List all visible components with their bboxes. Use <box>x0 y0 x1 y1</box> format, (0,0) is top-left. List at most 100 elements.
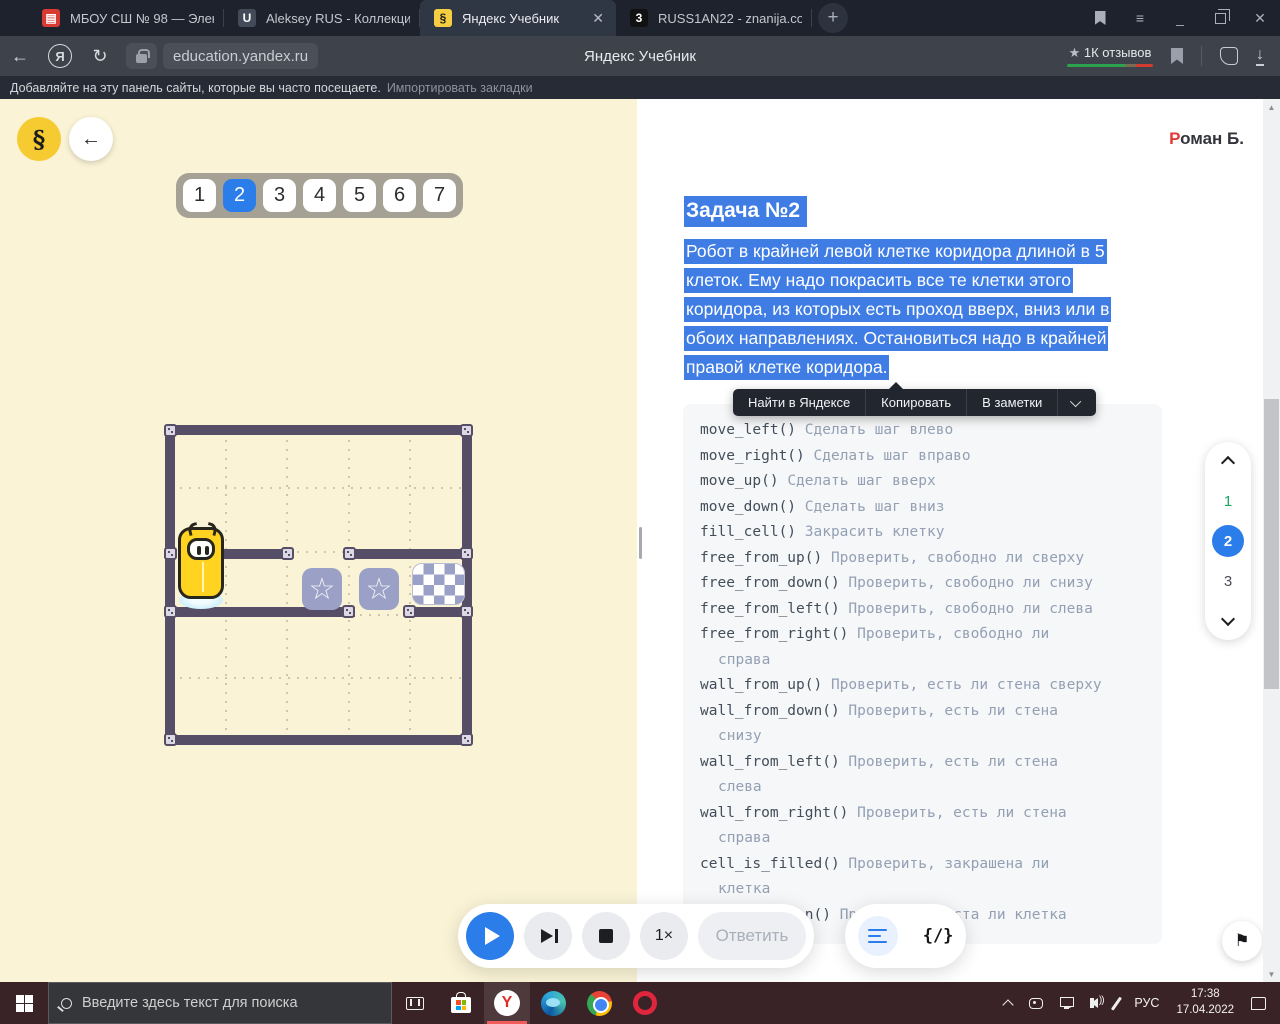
system-tray: РУС 17:38 17.04.2022 <box>1004 987 1280 1018</box>
browser-tab-bar: ▤ МБОУ СШ № 98 — Электр U Aleksey RUS - Кол… <box>0 0 1280 36</box>
taskbar-search[interactable]: Введите здесь текст для поиска <box>48 982 392 1024</box>
maze-wall-bottom <box>165 735 472 745</box>
collections-icon[interactable] <box>1220 47 1238 65</box>
code-line-continuation: снизу <box>700 724 1162 750</box>
task-number-5[interactable]: 5 <box>343 179 376 212</box>
pager-number-3[interactable]: 3 <box>1212 565 1244 597</box>
task-number-1[interactable]: 1 <box>183 179 216 212</box>
network-icon[interactable] <box>1060 997 1074 1007</box>
pager-up-icon[interactable] <box>1221 456 1235 470</box>
tab-strip: ▤ МБОУ СШ № 98 — Электр U Aleksey RUS - Кол… <box>28 0 812 36</box>
tray-expand-icon[interactable] <box>1002 999 1013 1010</box>
pager-number-1[interactable]: 1 <box>1212 485 1244 517</box>
browser-tab-2[interactable]: U Aleksey RUS - Коллекция м <box>224 0 420 36</box>
code-line: wall_from_right() Проверить, есть ли сте… <box>700 801 1162 827</box>
task-number-6[interactable]: 6 <box>383 179 416 212</box>
bookmarks-panel-icon[interactable] <box>1080 0 1120 36</box>
report-flag-button[interactable]: ⚑ <box>1222 921 1262 961</box>
back-to-lessons-button[interactable]: ← <box>69 117 113 161</box>
step-button[interactable] <box>524 912 572 960</box>
task-number-4[interactable]: 4 <box>303 179 336 212</box>
browser-tab-1[interactable]: ▤ МБОУ СШ № 98 — Электр <box>28 0 224 36</box>
new-tab-button[interactable]: + <box>818 3 848 33</box>
notifications-icon[interactable] <box>1251 997 1266 1010</box>
language-indicator[interactable]: РУС <box>1134 996 1159 1010</box>
play-button[interactable] <box>466 912 514 960</box>
volume-icon[interactable] <box>1091 998 1098 1008</box>
minimize-button[interactable]: _ <box>1160 0 1200 36</box>
answer-button[interactable]: Ответить <box>698 912 806 960</box>
student-name: Роман Б. <box>1169 129 1244 149</box>
store-button[interactable] <box>438 982 484 1024</box>
tab-label: МБОУ СШ № 98 — Электр <box>70 11 214 26</box>
refresh-icon[interactable]: ↻ <box>80 46 120 67</box>
step-icon <box>541 929 553 943</box>
speed-button[interactable]: 1× <box>640 912 688 960</box>
import-bookmarks-link[interactable]: Импортировать закладки <box>387 81 533 95</box>
tab-label: RUSS1AN22 - znanija.com <box>658 11 802 26</box>
chrome-button[interactable] <box>576 982 622 1024</box>
site-reviews-badge[interactable]: ★ 1К отзывов <box>1067 45 1153 67</box>
selected-text-line: Робот в крайней левой клетке коридора дл… <box>684 239 1107 264</box>
scroll-down-icon[interactable]: ▼ <box>1263 966 1280 982</box>
restore-button[interactable] <box>1200 0 1240 36</box>
selected-text-line: клеток. Ему надо покрасить все те клетки… <box>684 268 1073 293</box>
task-view-icon <box>406 997 424 1010</box>
download-icon[interactable]: ↓ <box>1256 47 1264 66</box>
pen-icon[interactable] <box>1111 996 1122 1010</box>
context-menu-item-2[interactable]: Копировать <box>866 389 967 416</box>
robot-antenna <box>187 522 200 536</box>
task-number-2[interactable]: 2 <box>223 179 256 212</box>
robot-body <box>178 527 224 599</box>
tab-label: Aleksey RUS - Коллекция м <box>266 11 410 26</box>
code-line: free_from_right() Проверить, свободно ли <box>700 622 1162 648</box>
code-view-icon[interactable]: {/} <box>923 926 954 946</box>
stop-button[interactable] <box>582 912 630 960</box>
robot-api-reference: move_left() Сделать шаг влевоmove_right(… <box>683 404 1162 944</box>
site-security-chip[interactable] <box>126 43 157 69</box>
lock-icon <box>136 54 147 63</box>
back-icon[interactable]: ← <box>0 46 40 67</box>
tab-favicon: U <box>238 9 256 27</box>
code-line: move_left() Сделать шаг влево <box>700 418 1162 444</box>
scroll-up-icon[interactable]: ▲ <box>1263 99 1280 115</box>
scrollbar-thumb[interactable] <box>1264 399 1279 689</box>
store-icon <box>451 997 471 1013</box>
windows-logo-icon <box>16 995 33 1012</box>
tab-close-icon[interactable]: ✕ <box>590 10 606 27</box>
view-toggle: {/} <box>845 904 966 968</box>
star-icon: ☆ <box>366 572 393 607</box>
browser-tab-3[interactable]: §Яндекс Учебник✕ <box>420 0 616 36</box>
star-icon: ★ <box>1069 45 1081 60</box>
edge-button[interactable] <box>530 982 576 1024</box>
yandex-home-icon[interactable]: Я <box>48 44 72 68</box>
selected-text-line: обоих направлениях. Остановиться надо в … <box>684 326 1108 351</box>
tab-favicon: ▤ <box>42 9 60 27</box>
context-menu-more-icon[interactable] <box>1058 389 1096 416</box>
task-number-7[interactable]: 7 <box>423 179 456 212</box>
pager-numbers: 1 2 3 <box>1212 485 1244 597</box>
panel-divider-handle[interactable] <box>639 527 642 559</box>
camera-icon[interactable] <box>1029 998 1043 1009</box>
browser-tab-4[interactable]: 3RUSS1AN22 - znanija.com <box>616 0 812 36</box>
time: 17:38 <box>1176 987 1234 1003</box>
context-menu-item-3[interactable]: В заметки <box>967 389 1058 416</box>
tab-label: Яндекс Учебник <box>462 11 580 26</box>
menu-icon[interactable]: ≡ <box>1120 0 1160 36</box>
text-view-icon[interactable] <box>858 916 898 956</box>
start-button[interactable] <box>0 982 48 1024</box>
task-view-button[interactable] <box>392 982 438 1024</box>
pager-down-icon[interactable] <box>1221 612 1235 626</box>
opera-button[interactable] <box>622 982 668 1024</box>
task-number-3[interactable]: 3 <box>263 179 296 212</box>
close-button[interactable]: ✕ <box>1240 0 1280 36</box>
clock[interactable]: 17:38 17.04.2022 <box>1176 987 1234 1018</box>
stop-icon <box>599 929 613 943</box>
context-menu-item-1[interactable]: Найти в Яндексе <box>733 389 866 416</box>
page-scrollbar[interactable]: ▲ ▼ <box>1263 99 1280 982</box>
yandex-browser-button[interactable]: Y <box>484 982 530 1024</box>
pager-number-2[interactable]: 2 <box>1212 525 1244 557</box>
windows-taskbar: Введите здесь текст для поиска Y РУС 17:… <box>0 982 1280 1024</box>
address-bar[interactable]: education.yandex.ru <box>163 43 318 69</box>
bookmark-icon[interactable] <box>1171 48 1183 64</box>
